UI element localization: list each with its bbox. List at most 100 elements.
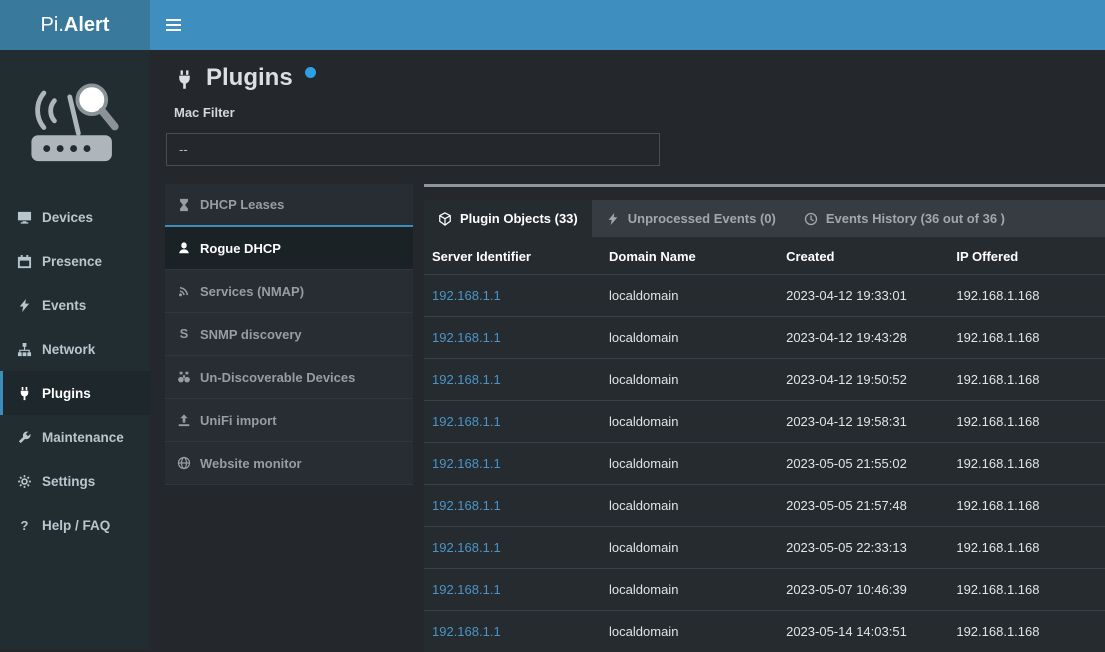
plugin-nav-label: Services (NMAP) [200, 284, 304, 299]
created-cell: 2023-05-05 21:57:48 [778, 485, 948, 527]
domain-name-cell: localdomain [601, 611, 778, 652]
user-secret-icon [177, 241, 191, 255]
server-identifier-link[interactable]: 192.168.1.1 [432, 624, 501, 639]
table-body: 192.168.1.1localdomain2023-04-12 19:33:0… [424, 275, 1105, 652]
plugin-nav-item-website-monitor[interactable]: Website monitor [165, 442, 413, 485]
created-cell: 2023-04-12 19:33:01 [778, 275, 948, 317]
plugins-content: DHCP Leases Rogue DHCP Services (NMAP) S… [150, 184, 1105, 652]
sidebar-item-label: Presence [42, 254, 102, 269]
tab-unprocessed-events[interactable]: Unprocessed Events (0) [592, 200, 790, 237]
domain-name-cell: localdomain [601, 527, 778, 569]
server-identifier-link[interactable]: 192.168.1.1 [432, 582, 501, 597]
plugin-nav-item-undiscoverable-devices[interactable]: Un-Discoverable Devices [165, 356, 413, 399]
ip-offered-cell: 192.168.1.168 [948, 401, 1105, 443]
tab-label: Events History (36 out of 36 ) [826, 211, 1005, 226]
server-identifier-cell: 192.168.1.1 [424, 359, 601, 401]
plugin-nav-label: Un-Discoverable Devices [200, 370, 355, 385]
server-identifier-link[interactable]: 192.168.1.1 [432, 414, 501, 429]
created-cell: 2023-04-12 19:43:28 [778, 317, 948, 359]
top-navbar: Pi.Alert [0, 0, 1105, 50]
created-cell: 2023-05-05 22:33:13 [778, 527, 948, 569]
calendar-icon [17, 254, 32, 269]
server-identifier-link[interactable]: 192.168.1.1 [432, 288, 501, 303]
table-row: 192.168.1.1localdomain2023-05-07 10:46:3… [424, 569, 1105, 611]
sidebar-toggle-button[interactable] [150, 0, 196, 50]
tab-events-history[interactable]: Events History (36 out of 36 ) [790, 200, 1019, 237]
ip-offered-cell: 192.168.1.168 [948, 359, 1105, 401]
sidebar-item-label: Devices [42, 210, 93, 225]
server-identifier-link[interactable]: 192.168.1.1 [432, 498, 501, 513]
sidebar-item-label: Settings [42, 474, 95, 489]
created-cell: 2023-05-14 14:03:51 [778, 611, 948, 652]
table-row: 192.168.1.1 localdomain2023-04-12 19:58:3… [424, 401, 1105, 443]
sidebar-item-label: Plugins [42, 386, 91, 401]
table-row: 192.168.1.1localdomain2023-04-12 19:43:2… [424, 317, 1105, 359]
created-cell: 2023-04-12 19:58:31 [778, 401, 948, 443]
column-header-ip-offered: IP Offered [948, 237, 1105, 275]
hourglass-icon [177, 198, 191, 212]
created-cell: 2023-05-05 21:55:02 [778, 443, 948, 485]
plugin-tab-panel: Plugin Objects (33) Unprocessed Events (… [424, 184, 1105, 652]
server-identifier-cell: 192.168.1.1 [424, 275, 601, 317]
bolt-icon [17, 298, 32, 313]
plugin-nav-item-rogue-dhcp[interactable]: Rogue DHCP [165, 227, 413, 270]
plug-icon [174, 69, 195, 90]
plugin-nav-item-snmp-discovery[interactable]: S SNMP discovery [165, 313, 413, 356]
domain-name-cell: localdomain [601, 485, 778, 527]
server-identifier-link[interactable]: 192.168.1.1 [432, 330, 501, 345]
bolt-icon [606, 212, 620, 226]
plugin-nav-item-dhcp-leases[interactable]: DHCP Leases [165, 184, 413, 227]
sidebar-item-label: Maintenance [42, 430, 124, 445]
created-cell: 2023-05-07 10:46:39 [778, 569, 948, 611]
ip-offered-cell: 192.168.1.168 [948, 611, 1105, 652]
sidebar-item-devices[interactable]: Devices [0, 195, 150, 239]
server-identifier-link[interactable]: 192.168.1.1 [432, 540, 501, 555]
ip-offered-cell: 192.168.1.168 [948, 275, 1105, 317]
mac-filter-block: Mac Filter -- [150, 99, 1105, 166]
plugin-nav-item-unifi-import[interactable]: UniFi import [165, 399, 413, 442]
sidebar-item-label: Events [42, 298, 86, 313]
server-identifier-link[interactable]: 192.168.1.1 [432, 456, 501, 471]
ip-offered-cell: 192.168.1.168 [948, 317, 1105, 359]
brand-logo[interactable]: Pi.Alert [0, 0, 150, 50]
question-icon: ? [17, 518, 32, 533]
domain-name-cell: localdomain [601, 359, 778, 401]
main-content: Plugins Mac Filter -- DHCP Leases Rogue … [150, 0, 1105, 649]
sidebar-item-settings[interactable]: Settings [0, 459, 150, 503]
server-identifier-cell: 192.168.1.1 [424, 401, 601, 443]
sidebar-item-help[interactable]: ? Help / FAQ [0, 503, 150, 547]
mac-filter-select[interactable]: -- [166, 133, 660, 166]
plugin-nav-label: Website monitor [200, 456, 302, 471]
plugin-nav-label: DHCP Leases [200, 197, 284, 212]
plugin-nav-label: SNMP discovery [200, 327, 302, 342]
plugin-nav-label: Rogue DHCP [200, 241, 281, 256]
sidebar-menu: Devices Presence Events Network Plugins … [0, 195, 150, 547]
column-header-created: Created [778, 237, 948, 275]
sitemap-icon [17, 342, 32, 357]
info-badge-icon[interactable] [305, 67, 316, 78]
ip-offered-cell: 192.168.1.168 [948, 527, 1105, 569]
plugin-objects-table: Server Identifier Domain Name Created IP… [424, 237, 1105, 652]
brand-bold: Alert [64, 14, 110, 37]
tab-plugin-objects[interactable]: Plugin Objects (33) [424, 200, 592, 237]
sidebar-item-network[interactable]: Network [0, 327, 150, 371]
cube-icon [438, 212, 452, 226]
wifi-icon [177, 284, 191, 298]
server-identifier-cell: 192.168.1.1 [424, 569, 601, 611]
plugin-nav-item-services-nmap[interactable]: Services (NMAP) [165, 270, 413, 313]
sidebar-item-plugins[interactable]: Plugins [0, 371, 150, 415]
sidebar-item-presence[interactable]: Presence [0, 239, 150, 283]
sidebar-item-label: Help / FAQ [42, 518, 110, 533]
ip-offered-cell: 192.168.1.168 [948, 569, 1105, 611]
table-row: 192.168.1.1 localdomain2023-05-05 22:33:1… [424, 527, 1105, 569]
sidebar-item-maintenance[interactable]: Maintenance [0, 415, 150, 459]
binoculars-icon [177, 370, 191, 384]
domain-name-cell: localdomain [601, 401, 778, 443]
table-row: 192.168.1.1localdomain2023-04-12 19:33:0… [424, 275, 1105, 317]
server-identifier-link[interactable]: 192.168.1.1 [432, 372, 501, 387]
tab-label: Plugin Objects (33) [460, 211, 578, 226]
upload-icon [177, 413, 191, 427]
server-identifier-cell: 192.168.1.1 [424, 443, 601, 485]
mac-filter-value: -- [179, 142, 188, 157]
sidebar-item-events[interactable]: Events [0, 283, 150, 327]
